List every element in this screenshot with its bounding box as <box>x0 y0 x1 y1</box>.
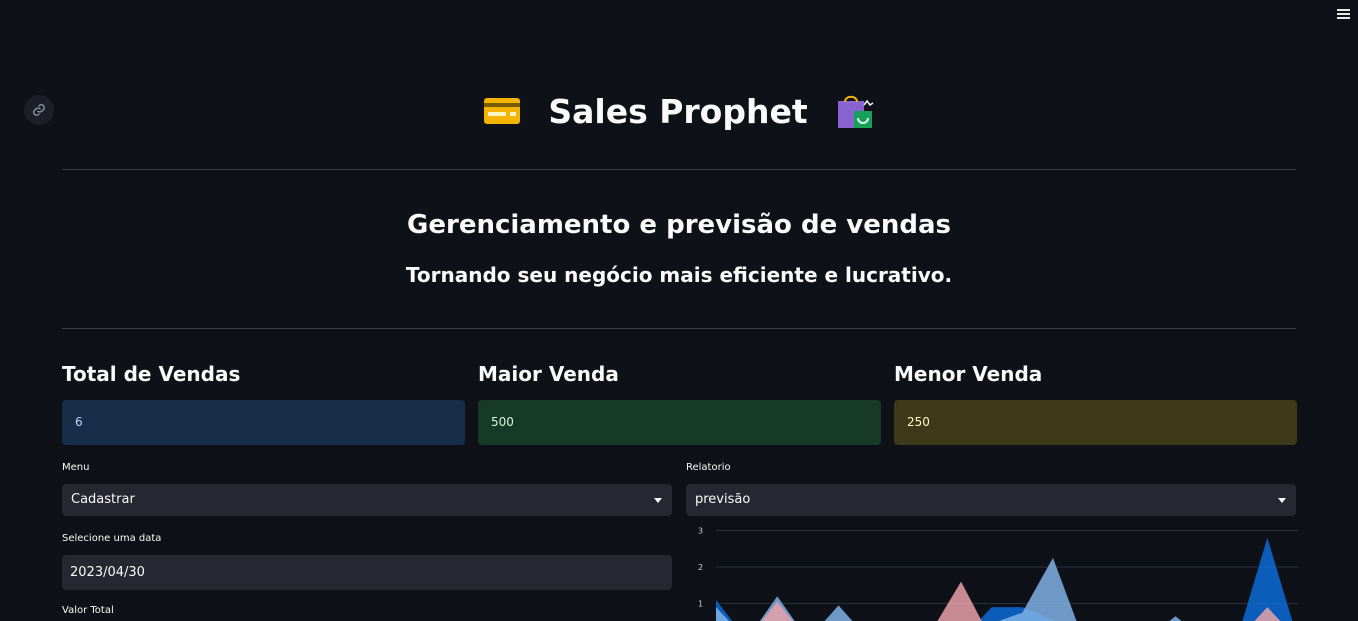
date-label: Selecione uma data <box>62 533 162 544</box>
shopping-bags-icon <box>837 95 874 128</box>
metric-value-min-sale: 250 <box>894 400 1297 445</box>
divider <box>62 328 1296 329</box>
y-tick-label: 1 <box>698 600 703 609</box>
menu-line <box>1337 17 1350 19</box>
main-menu-button[interactable] <box>1337 9 1350 19</box>
metric-value-total-sales: 6 <box>62 400 465 445</box>
y-tick-label: 3 <box>698 527 703 536</box>
area-series-0 <box>716 537 1293 621</box>
credit-card-icon <box>484 98 521 124</box>
metric-label-total-sales: Total de Vendas <box>62 362 241 386</box>
report-select-value: previsão <box>695 492 751 507</box>
menu-line <box>1337 9 1350 11</box>
chevron-down-icon <box>1278 498 1286 503</box>
report-label: Relatorio <box>686 462 731 473</box>
report-select[interactable]: previsão <box>686 484 1296 516</box>
menu-select-value: Cadastrar <box>71 492 135 507</box>
total-value-label: Valor Total <box>62 605 114 616</box>
page-title: Sales Prophet <box>548 91 808 131</box>
page-title-row: Sales Prophet <box>0 86 1358 136</box>
metric-label-max-sale: Maior Venda <box>478 362 619 386</box>
divider <box>62 169 1296 170</box>
section-subheading: Tornando seu negócio mais eficiente e lu… <box>405 263 953 287</box>
menu-select[interactable]: Cadastrar <box>62 484 672 516</box>
date-input[interactable]: 2023/04/30 <box>62 555 672 590</box>
section-heading: Gerenciamento e previsão de vendas <box>407 210 951 240</box>
date-input-value: 2023/04/30 <box>70 565 145 580</box>
y-tick-label: 2 <box>698 563 703 572</box>
metric-label-min-sale: Menor Venda <box>894 362 1043 386</box>
menu-line <box>1337 13 1350 15</box>
forecast-chart: 3 2 1 <box>698 527 1298 621</box>
chevron-down-icon <box>654 498 662 503</box>
metric-value-max-sale: 500 <box>478 400 881 445</box>
menu-label: Menu <box>62 462 90 473</box>
